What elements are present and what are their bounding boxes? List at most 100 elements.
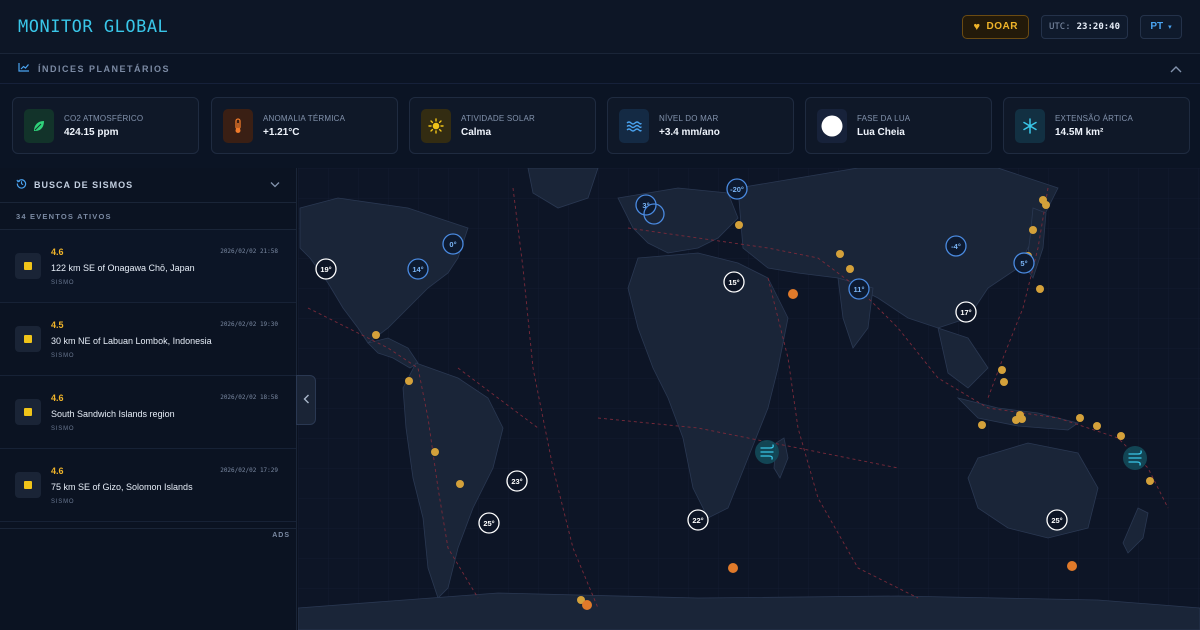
card-value: +3.4 mm/ano [659, 126, 720, 138]
app-logo[interactable]: MONITOR GLOBAL [18, 17, 168, 37]
event-place: 75 km SE of Gizo, Solomon Islands [51, 481, 193, 492]
indices-cards: CO2 ATMOSFÉRICO 424.15 ppm ANOMALIA TÉRM… [0, 84, 1200, 168]
event-type: SISMO [51, 352, 75, 359]
world-map-canvas[interactable]: 3° -20° 0° 14° -4° 5° 11° 19° 15° 17° 23… [298, 168, 1200, 630]
magnitude-marker-icon [15, 253, 41, 279]
card-label: EXTENSÃO ÁRTICA [1055, 113, 1133, 123]
earthquake-marker [1093, 422, 1101, 430]
earthquake-marker [405, 377, 413, 385]
temperature-value: -4° [951, 242, 961, 251]
earthquake-marker [998, 366, 1006, 374]
temperature-value: 15° [728, 278, 739, 287]
event-type: SISMO [51, 279, 75, 286]
earthquake-marker [1067, 561, 1077, 571]
indices-header[interactable]: ÍNDICES PLANETÁRIOS [0, 54, 1200, 84]
earthquake-marker [836, 250, 844, 258]
chevron-left-icon [303, 393, 310, 407]
card-value: Lua Cheia [857, 126, 905, 138]
event-magnitude: 4.5 [51, 319, 64, 330]
app-root: MONITOR GLOBAL ♥ DOAR UTC: 23:20:40 PT ▾… [0, 0, 1200, 630]
list-item[interactable]: 4.6 2026/02/02 18:58 South Sandwich Isla… [0, 376, 296, 449]
earthquake-marker [978, 421, 986, 429]
chevron-down-icon[interactable] [270, 180, 280, 191]
cyclone-icon[interactable] [755, 440, 779, 464]
utc-time: 23:20:40 [1076, 21, 1120, 32]
cyclone-icon[interactable] [1123, 446, 1147, 470]
event-date: 2026/02/02 21:58 [220, 248, 278, 255]
sidebar-header[interactable]: BUSCA DE SISMOS [0, 168, 296, 203]
earthquake-sidebar: BUSCA DE SISMOS 34 EVENTOS ATIVOS 4.6 20… [0, 168, 297, 630]
temperature-value: 17° [960, 308, 971, 317]
temperature-marker[interactable]: 23° [506, 470, 528, 492]
donate-label: DOAR [986, 21, 1018, 32]
temperature-value: 14° [412, 265, 423, 274]
event-date: 2026/02/02 18:58 [220, 394, 278, 401]
temperature-marker[interactable]: 25° [478, 512, 500, 534]
temperature-marker[interactable]: 19° [315, 258, 337, 280]
earthquake-marker [372, 331, 380, 339]
language-select[interactable]: PT ▾ [1140, 14, 1182, 39]
card-thermal-anomaly[interactable]: ANOMALIA TÉRMICA +1.21°C [211, 97, 398, 154]
temperature-marker[interactable]: 3° [635, 194, 657, 216]
event-date: 2026/02/02 19:30 [220, 321, 278, 328]
card-value: Calma [461, 126, 492, 138]
card-label: ATIVIDADE SOLAR [461, 113, 535, 123]
moon-icon [817, 108, 847, 143]
sidebar-divider [0, 528, 297, 529]
temperature-marker[interactable]: 14° [407, 258, 429, 280]
temperature-marker[interactable]: 25° [1046, 509, 1068, 531]
donate-button[interactable]: ♥ DOAR [962, 14, 1029, 39]
earthquake-marker [456, 480, 464, 488]
temperature-marker[interactable]: 22° [687, 509, 709, 531]
event-place: South Sandwich Islands region [51, 408, 175, 419]
magnitude-marker-icon [15, 399, 41, 425]
indices-title: ÍNDICES PLANETÁRIOS [38, 63, 171, 74]
earthquake-marker [1042, 201, 1050, 209]
event-type: SISMO [51, 498, 75, 505]
card-label: FASE DA LUA [857, 113, 911, 123]
temperature-marker[interactable]: 17° [955, 301, 977, 323]
event-type: SISMO [51, 425, 75, 432]
temperature-value: 0° [449, 240, 456, 249]
earthquake-marker [1000, 378, 1008, 386]
leaf-icon [24, 108, 54, 143]
history-icon [16, 178, 27, 192]
chevron-down-icon: ▾ [1168, 23, 1172, 31]
event-place: 30 km NE of Labuan Lombok, Indonesia [51, 335, 212, 346]
list-item[interactable]: 4.5 2026/02/02 19:30 30 km NE of Labuan … [0, 303, 296, 376]
temperature-marker[interactable]: 15° [723, 271, 745, 293]
event-magnitude: 4.6 [51, 246, 64, 257]
magnitude-marker-icon [15, 326, 41, 352]
sidebar-toggle-button[interactable] [296, 375, 316, 425]
temperature-value: 25° [1051, 516, 1062, 525]
card-co2[interactable]: CO2 ATMOSFÉRICO 424.15 ppm [12, 97, 199, 154]
earthquake-marker [1146, 477, 1154, 485]
sun-icon [421, 108, 451, 143]
earthquake-marker [846, 265, 854, 273]
event-magnitude: 4.6 [51, 465, 64, 476]
list-item[interactable]: 4.6 2026/02/02 17:29 75 km SE of Gizo, S… [0, 449, 296, 522]
temperature-marker[interactable]: 0° [442, 233, 464, 255]
top-right-controls: ♥ DOAR UTC: 23:20:40 PT ▾ [962, 14, 1182, 39]
earthquake-marker [1029, 226, 1037, 234]
temperature-marker[interactable]: -4° [945, 235, 967, 257]
card-value: 14.5M km² [1055, 126, 1104, 138]
temperature-marker[interactable]: 11° [848, 278, 870, 300]
list-item[interactable]: 4.6 2026/02/02 21:58 122 km SE of Onagaw… [0, 230, 296, 303]
card-solar-activity[interactable]: ATIVIDADE SOLAR Calma [409, 97, 596, 154]
card-arctic-extent[interactable]: EXTENSÃO ÁRTICA 14.5M km² [1003, 97, 1190, 154]
temperature-value: 11° [854, 285, 865, 294]
temperature-marker[interactable]: -20° [726, 178, 748, 200]
temperature-value: -20° [730, 185, 744, 194]
temperature-marker[interactable]: 5° [1013, 252, 1035, 274]
collapse-icon[interactable] [1170, 62, 1182, 76]
temperature-value: 25° [483, 519, 494, 528]
card-sea-level[interactable]: NÍVEL DO MAR +3.4 mm/ano [607, 97, 794, 154]
world-map[interactable]: 3° -20° 0° 14° -4° 5° 11° 19° 15° 17° 23… [298, 168, 1200, 630]
card-label: CO2 ATMOSFÉRICO [64, 113, 144, 123]
top-bar: MONITOR GLOBAL ♥ DOAR UTC: 23:20:40 PT ▾ [0, 0, 1200, 54]
event-list[interactable]: 4.6 2026/02/02 21:58 122 km SE of Onagaw… [0, 230, 296, 528]
magnitude-marker-icon [15, 472, 41, 498]
card-moon-phase[interactable]: FASE DA LUA Lua Cheia [805, 97, 992, 154]
card-label: NÍVEL DO MAR [659, 113, 719, 123]
